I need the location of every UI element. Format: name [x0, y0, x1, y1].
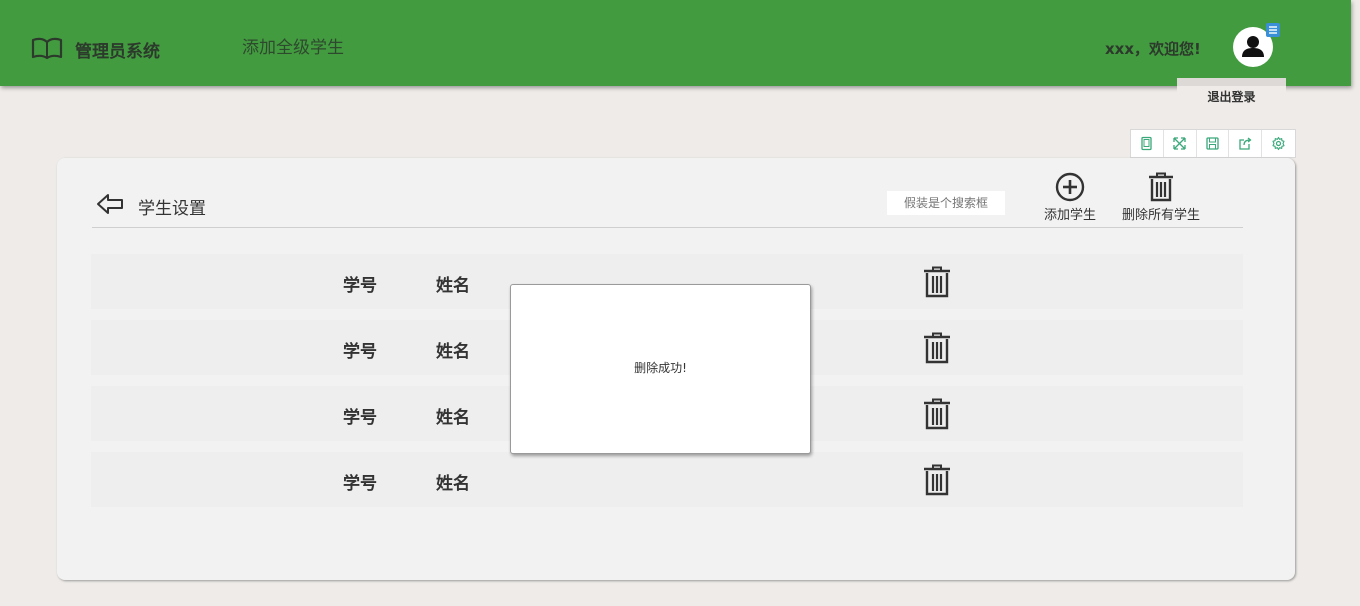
trash-icon — [1149, 172, 1173, 202]
tablet-icon — [1141, 136, 1153, 151]
app-title: 管理员系统 — [75, 42, 160, 62]
top-header: 管理员系统 添加全级学生 xxx，欢迎您! — [0, 0, 1351, 86]
expand-icon — [1173, 137, 1186, 150]
search-input[interactable] — [887, 191, 1005, 215]
settings-button[interactable] — [1262, 130, 1295, 157]
save-icon — [1206, 137, 1219, 150]
menu-badge-icon[interactable] — [1266, 23, 1280, 37]
student-id-cell: 学号 — [343, 408, 377, 428]
back-arrow-icon[interactable] — [96, 192, 124, 216]
expand-button[interactable] — [1164, 130, 1197, 157]
save-button[interactable] — [1197, 130, 1230, 157]
share-button[interactable] — [1229, 130, 1263, 157]
delete-all-label: 删除所有学生 — [1122, 208, 1201, 223]
share-icon — [1239, 137, 1252, 150]
tablet-button[interactable] — [1131, 130, 1164, 157]
student-id-cell: 学号 — [343, 342, 377, 362]
success-message: 删除成功! — [634, 361, 687, 375]
student-name-cell: 姓名 — [436, 342, 470, 362]
logout-button[interactable]: 退出登录 — [1177, 78, 1286, 110]
student-name-cell: 姓名 — [436, 408, 470, 428]
trash-icon[interactable] — [922, 464, 952, 496]
student-row: 学号 姓名 — [91, 452, 1243, 507]
book-icon — [31, 37, 63, 59]
view-toolbar — [1130, 129, 1296, 158]
success-dialog[interactable]: 删除成功! — [510, 284, 811, 454]
student-name-cell: 姓名 — [436, 276, 470, 296]
delete-all-button[interactable]: 删除所有学生 — [1122, 172, 1200, 223]
add-student-button[interactable]: 添加学生 — [1044, 172, 1096, 223]
trash-icon[interactable] — [922, 398, 952, 430]
student-id-cell: 学号 — [343, 276, 377, 296]
settings-icon — [1272, 136, 1285, 151]
trash-icon[interactable] — [922, 332, 952, 364]
student-id-cell: 学号 — [343, 474, 377, 494]
divider — [92, 227, 1243, 228]
add-student-label: 添加学生 — [1044, 208, 1097, 223]
section-title: 学生设置 — [138, 199, 206, 219]
page-heading[interactable]: 添加全级学生 — [242, 33, 344, 58]
user-greeting: xxx，欢迎您! — [1105, 40, 1201, 58]
add-circle-icon — [1055, 172, 1085, 202]
trash-icon[interactable] — [922, 266, 952, 298]
student-name-cell: 姓名 — [436, 474, 470, 494]
